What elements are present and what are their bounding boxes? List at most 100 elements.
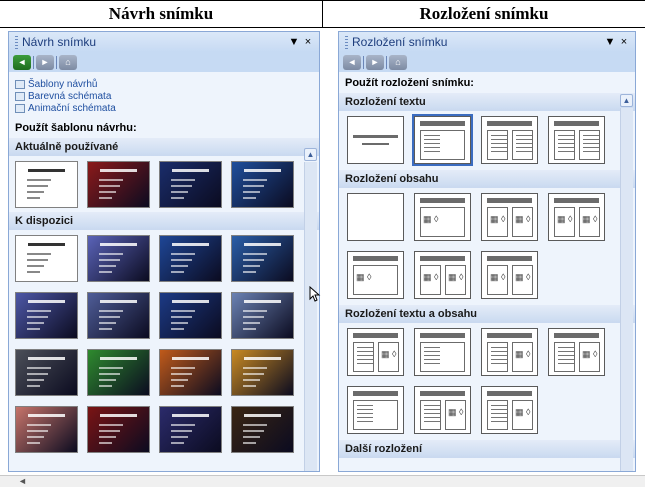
slide-layout-thumb[interactable]: ▦ ◊: [414, 386, 471, 434]
layout-grid: [339, 111, 621, 170]
design-template-thumb[interactable]: [87, 349, 150, 396]
content-placeholder-icon: ▦ ◊: [381, 349, 397, 359]
scroll-up-button[interactable]: ▲: [304, 148, 317, 161]
back-icon[interactable]: ◄: [13, 54, 31, 70]
design-template-thumb[interactable]: [15, 292, 78, 339]
forward-icon[interactable]: ►: [366, 54, 384, 70]
close-icon[interactable]: ×: [617, 36, 631, 48]
layout-pane-body: Použít rozložení snímku: Rozložení textu…: [339, 72, 635, 471]
slide-layout-thumb[interactable]: [548, 116, 605, 164]
design-template-thumb[interactable]: [15, 349, 78, 396]
design-template-thumb[interactable]: [159, 349, 222, 396]
slide-layout-thumb[interactable]: [412, 114, 473, 166]
nav-separator: [33, 55, 34, 69]
design-template-thumb[interactable]: [231, 292, 294, 339]
layout-group-header: Rozložení textu: [339, 93, 635, 111]
content-placeholder-icon: ▦ ◊: [582, 349, 598, 359]
layout-group-header: Rozložení obsahu: [339, 170, 635, 188]
content-placeholder-icon: ▦ ◊: [423, 272, 439, 282]
slide-layout-pane: Rozložení snímku ▼ × ◄ ► ⌂ Použít rozlož…: [338, 31, 636, 472]
dropdown-icon[interactable]: ▼: [287, 36, 301, 48]
horizontal-scrollbar[interactable]: ◄: [0, 475, 645, 487]
content-placeholder-icon: ▦ ◊: [515, 407, 531, 417]
content-placeholder-icon: ▦ ◊: [515, 272, 531, 282]
design-template-thumb[interactable]: [15, 406, 78, 453]
layout-groups: Rozložení textu Rozložení obsahu ▦ ◊ ▦ ◊ ▦ ◊…: [339, 93, 635, 458]
pane-nav-bar: ◄ ► ⌂: [343, 53, 631, 71]
back-icon[interactable]: ◄: [343, 54, 361, 70]
link-animation-schemes[interactable]: Animační schémata: [15, 102, 319, 114]
nav-separator: [386, 55, 387, 69]
layout-grid: ▦ ◊ ▦ ◊ ▦ ◊ ▦ ◊ ▦ ◊ ▦ ◊ ▦ ◊ ▦ ◊ ▦ ◊ ▦ ◊: [339, 188, 621, 305]
pane-title-bar: Rozložení snímku ▼ ×: [339, 32, 635, 52]
slide-layout-thumb[interactable]: [481, 116, 538, 164]
vertical-scrollbar[interactable]: [620, 108, 633, 471]
slide-design-pane: Návrh snímku ▼ × ◄ ► ⌂ Šablony návrhů Ba…: [8, 31, 320, 472]
slide-layout-thumb[interactable]: [347, 386, 404, 434]
grip-icon[interactable]: [15, 35, 18, 49]
design-template-thumb[interactable]: [15, 161, 78, 208]
apply-template-label: Použít šablonu návrhu:: [15, 122, 137, 134]
link-color-schemes[interactable]: Barevná schémata: [15, 90, 319, 102]
design-template-thumb[interactable]: [87, 161, 150, 208]
templates-icon: [15, 79, 25, 89]
group-available-header: K dispozici: [9, 212, 319, 230]
scroll-up-button[interactable]: ▲: [620, 94, 633, 107]
slide-layout-thumb[interactable]: ▦ ◊: [414, 193, 471, 241]
slide-layout-thumb[interactable]: ▦ ◊: [481, 328, 538, 376]
slide-layout-thumb[interactable]: ▦ ◊: [347, 251, 404, 299]
slide-layout-thumb[interactable]: ▦ ◊: [481, 386, 538, 434]
home-icon[interactable]: ⌂: [389, 54, 407, 70]
content-placeholder-icon: ▦ ◊: [557, 214, 573, 224]
home-icon[interactable]: ⌂: [59, 54, 77, 70]
slide-layout-thumb[interactable]: ▦ ◊: [548, 328, 605, 376]
mouse-pointer-icon: [309, 286, 321, 302]
design-template-thumb[interactable]: [231, 161, 294, 208]
slide-layout-thumb[interactable]: ▦ ◊ ▦ ◊: [481, 193, 538, 241]
animation-schemes-icon: [15, 103, 25, 113]
design-template-thumb[interactable]: [231, 406, 294, 453]
pane-title: Rozložení snímku: [352, 35, 448, 49]
link-label: Šablony návrhů: [28, 78, 98, 90]
design-template-thumb[interactable]: [159, 292, 222, 339]
design-template-thumb[interactable]: [159, 406, 222, 453]
nav-separator: [363, 55, 364, 69]
content-placeholder-icon: ▦ ◊: [515, 214, 531, 224]
dropdown-icon[interactable]: ▼: [603, 36, 617, 48]
design-template-thumb[interactable]: [231, 235, 294, 282]
slide-layout-thumb[interactable]: [414, 328, 471, 376]
pane-title-bar: Návrh snímku ▼ ×: [9, 32, 319, 52]
color-schemes-icon: [15, 91, 25, 101]
available-templates: [9, 230, 307, 457]
grip-icon[interactable]: [345, 35, 348, 49]
slide-layout-thumb[interactable]: ▦ ◊: [347, 328, 404, 376]
pane-nav-bar: ◄ ► ⌂: [13, 53, 315, 71]
scroll-left-icon[interactable]: ◄: [18, 476, 27, 486]
design-template-thumb[interactable]: [87, 235, 150, 282]
design-pane-body: Šablony návrhů Barevná schémata Animační…: [9, 72, 319, 471]
design-template-thumb[interactable]: [159, 161, 222, 208]
slide-layout-thumb[interactable]: [347, 193, 404, 241]
slide-layout-thumb[interactable]: ▦ ◊ ▦ ◊: [548, 193, 605, 241]
current-templates: [9, 156, 307, 212]
link-design-templates[interactable]: Šablony návrhů: [15, 78, 319, 90]
header-slide-design: Návrh snímku: [108, 4, 214, 23]
content-placeholder-icon: ▦ ◊: [490, 214, 506, 224]
content-placeholder-icon: ▦ ◊: [423, 214, 439, 224]
link-label: Animační schémata: [28, 102, 116, 114]
design-template-thumb[interactable]: [15, 235, 78, 282]
slide-layout-thumb[interactable]: ▦ ◊ ▦ ◊: [414, 251, 471, 299]
design-template-thumb[interactable]: [87, 406, 150, 453]
design-template-thumb[interactable]: [231, 349, 294, 396]
close-icon[interactable]: ×: [301, 36, 315, 48]
group-current-header: Aktuálně používané: [9, 138, 319, 156]
slide-layout-thumb[interactable]: [347, 116, 404, 164]
forward-icon[interactable]: ►: [36, 54, 54, 70]
vertical-scrollbar[interactable]: [304, 162, 317, 471]
slide-layout-thumb[interactable]: ▦ ◊ ▦ ◊: [481, 251, 538, 299]
design-links: Šablony návrhů Barevná schémata Animační…: [9, 72, 319, 114]
design-template-thumb[interactable]: [87, 292, 150, 339]
design-template-thumb[interactable]: [159, 235, 222, 282]
layout-group-header: Další rozložení: [339, 440, 635, 458]
link-label: Barevná schémata: [28, 90, 112, 102]
